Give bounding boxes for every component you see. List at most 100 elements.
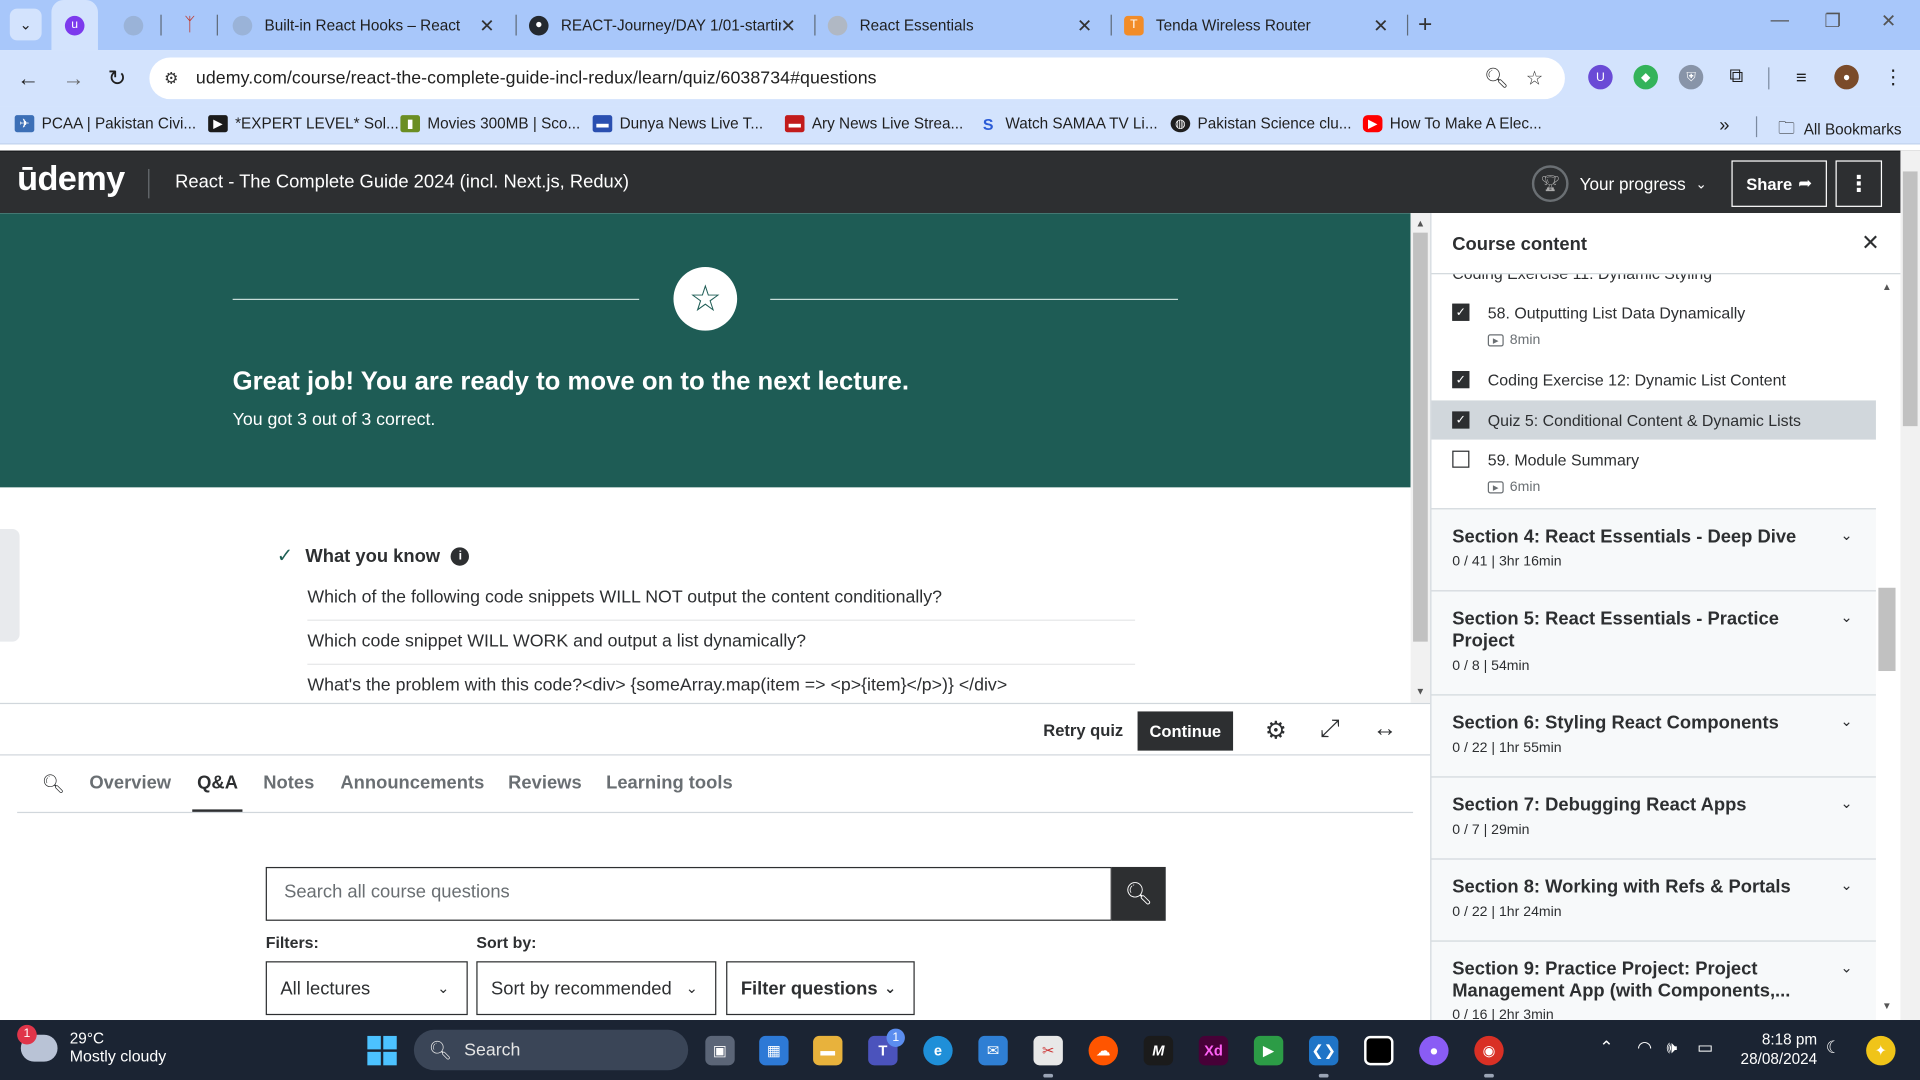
completed-checkbox[interactable]: ✓ [1452,303,1470,321]
mail-icon[interactable]: ✉ [978,1035,1008,1066]
file-explorer-icon[interactable]: ▬ [813,1035,843,1066]
bookmark-star-icon[interactable]: ☆ [1526,66,1544,90]
section-header[interactable]: Section 8: Working with Refs & Portals 0… [1431,858,1878,941]
tab-overview[interactable]: Overview [89,773,171,794]
extension-icon[interactable]: ◆ [1633,64,1658,90]
scrollbar-thumb[interactable] [1413,232,1428,642]
more-options-icon[interactable]: ⋮ [1835,160,1883,207]
all-bookmarks-button[interactable]: 🗀 All Bookmarks [1778,115,1902,144]
tab-figure[interactable]: ᛉ [169,0,211,50]
soundcloud-icon[interactable]: ☁ [1088,1035,1118,1066]
new-tab-icon[interactable]: + [1418,11,1432,39]
completed-checkbox[interactable]: ✓ [1452,371,1470,389]
scroll-up-icon[interactable]: ▲ [1416,218,1426,229]
qa-search-button[interactable]: 🔍︎ [1111,866,1166,921]
battery-icon[interactable]: ▭ [1697,1037,1713,1058]
curriculum-item-current[interactable]: ✓ Quiz 5: Conditional Content & Dynamic … [1431,400,1878,440]
retry-quiz-button[interactable]: Retry quiz [1043,721,1123,739]
course-title[interactable]: React - The Complete Guide 2024 (incl. N… [175,171,629,192]
close-window-icon[interactable]: ✕ [1881,10,1896,32]
wifi-icon[interactable]: ◠ [1637,1037,1652,1058]
windows-start-icon[interactable] [367,1035,397,1066]
snipping-tool-icon[interactable]: ✂ [1033,1035,1063,1066]
bookmark-item[interactable]: ▬ Dunya News Live T... [592,115,763,133]
search-icon[interactable]: 🔍︎ [42,773,65,795]
site-info-icon[interactable]: ⚙ [164,69,178,89]
volume-icon[interactable]: 🕪︎ [1667,1037,1678,1058]
url-text[interactable]: udemy.com/course/react-the-complete-guid… [196,69,877,89]
qa-search-input[interactable] [284,881,1093,903]
info-icon[interactable]: i [451,546,470,566]
player-scrollbar[interactable]: ▲ ▼ [1410,213,1431,703]
zoom-icon[interactable]: 🔍︎ [1484,66,1509,90]
filter-questions-button[interactable]: Filter questions ⌄ [726,961,915,1016]
tab-qa[interactable]: Q&A [192,773,244,812]
bookmark-item[interactable]: ▮ Movies 300MB | Sco... [400,115,580,133]
scrollbar-thumb[interactable] [1878,587,1896,672]
bookmark-item[interactable]: ◍ Pakistan Science clu... [1170,115,1352,133]
avatar[interactable]: ● [1834,64,1859,90]
tab-notes[interactable]: Notes [263,773,314,794]
udemy-logo[interactable]: ūdemy [17,159,125,198]
browser-menu-icon[interactable]: ⋮ [1881,65,1905,89]
task-view-icon[interactable]: ▣ [705,1035,735,1066]
edge-icon[interactable]: e [923,1035,953,1066]
tab-react-hooks[interactable]: Built-in React Hooks – React ✕ [232,0,512,50]
section-header[interactable]: Section 4: React Essentials - Deep Dive … [1431,508,1878,591]
more-bookmarks-icon[interactable]: » [1719,115,1729,136]
bookmark-item[interactable]: ▬ Ary News Live Strea... [784,115,963,133]
bookmark-item[interactable]: S Watch SAMAA TV Li... [978,114,1158,132]
tab-react-essentials[interactable]: React Essentials ✕ [827,0,1110,50]
minimize-icon[interactable]: — [1771,10,1789,31]
close-icon[interactable]: ✕ [1861,230,1879,256]
bookmark-item[interactable]: ✈ PCAA | Pakistan Civi... [14,115,196,133]
vscode-icon[interactable]: ❮❯ [1308,1035,1339,1066]
close-tab-icon[interactable]: ✕ [1373,14,1388,36]
settings-gear-icon[interactable]: ⚙ [1265,715,1287,746]
page-scrollbar[interactable] [1900,150,1920,1021]
tab-search-button[interactable]: ⌄ [9,8,42,41]
extensions-puzzle-icon[interactable]: ⧉ [1724,65,1748,89]
section-header[interactable]: Section 9: Practice Project: Project Man… [1431,940,1878,1022]
expand-width-icon[interactable]: ↔ [1373,715,1397,743]
window-app-icon[interactable] [1364,1035,1394,1066]
sidebar-scrollbar[interactable]: ▲ ▼ [1875,275,1901,1021]
adobe-xd-icon[interactable]: Xd [1198,1035,1229,1066]
close-tab-icon[interactable]: ✕ [781,14,796,36]
lecture-filter-select[interactable]: All lectures ⌄ [265,961,468,1016]
section-header[interactable]: Section 5: React Essentials - Practice P… [1431,590,1878,695]
sort-select[interactable]: Sort by recommended ⌄ [476,961,717,1016]
chevron-up-icon[interactable]: ⌃ [1599,1037,1613,1058]
meet-icon[interactable]: ▶ [1253,1035,1284,1066]
incomplete-checkbox[interactable] [1452,450,1470,468]
store-icon[interactable]: ▦ [759,1035,789,1066]
scrollbar-thumb[interactable] [1902,171,1918,427]
extension-icon[interactable]: U [1588,64,1613,90]
curriculum-item[interactable]: ✓ 58. Outputting List Data Dynamically ▶… [1431,296,1877,362]
shield-icon[interactable]: ⛨ [1678,64,1704,90]
forward-icon[interactable]: → [62,66,84,92]
system-clock[interactable]: 8:18 pm 28/08/2024 [1729,1030,1818,1069]
restore-icon[interactable]: ❐ [1825,10,1841,32]
media-control-icon[interactable]: ≡ [1789,65,1813,89]
completed-checkbox[interactable]: ✓ [1452,411,1470,429]
tab-tenda[interactable]: T Tenda Wireless Router ✕ [1124,0,1406,50]
taskbar-search[interactable]: 🔍︎ Search [413,1029,689,1071]
back-icon[interactable]: ← [17,66,39,92]
section-header[interactable]: Section 6: Styling React Components 0 / … [1431,694,1878,777]
fullscreen-icon[interactable]: ⤢ [1320,715,1340,743]
scroll-down-icon[interactable]: ▼ [1416,686,1426,697]
curriculum-item[interactable]: 59. Module Summary ▶ 6min [1431,440,1877,509]
tab-reviews[interactable]: Reviews [508,773,582,794]
close-tab-icon[interactable]: ✕ [1077,14,1092,36]
omnibox[interactable]: ⚙ udemy.com/course/react-the-complete-gu… [149,57,1565,100]
close-tab-icon[interactable]: ✕ [479,14,494,36]
tab-loading[interactable] [113,0,155,50]
share-button[interactable]: Share ➦ [1731,160,1827,207]
copilot-icon[interactable]: ✦ [1866,1035,1896,1066]
bookmark-item[interactable]: ▶ *EXPERT LEVEL* Sol... [208,115,399,133]
side-drawer-handle[interactable] [0,528,20,642]
do-not-disturb-icon[interactable]: ☾ [1826,1037,1841,1058]
m-app-icon[interactable]: M [1143,1035,1174,1066]
tab-announcements[interactable]: Announcements [340,773,484,794]
